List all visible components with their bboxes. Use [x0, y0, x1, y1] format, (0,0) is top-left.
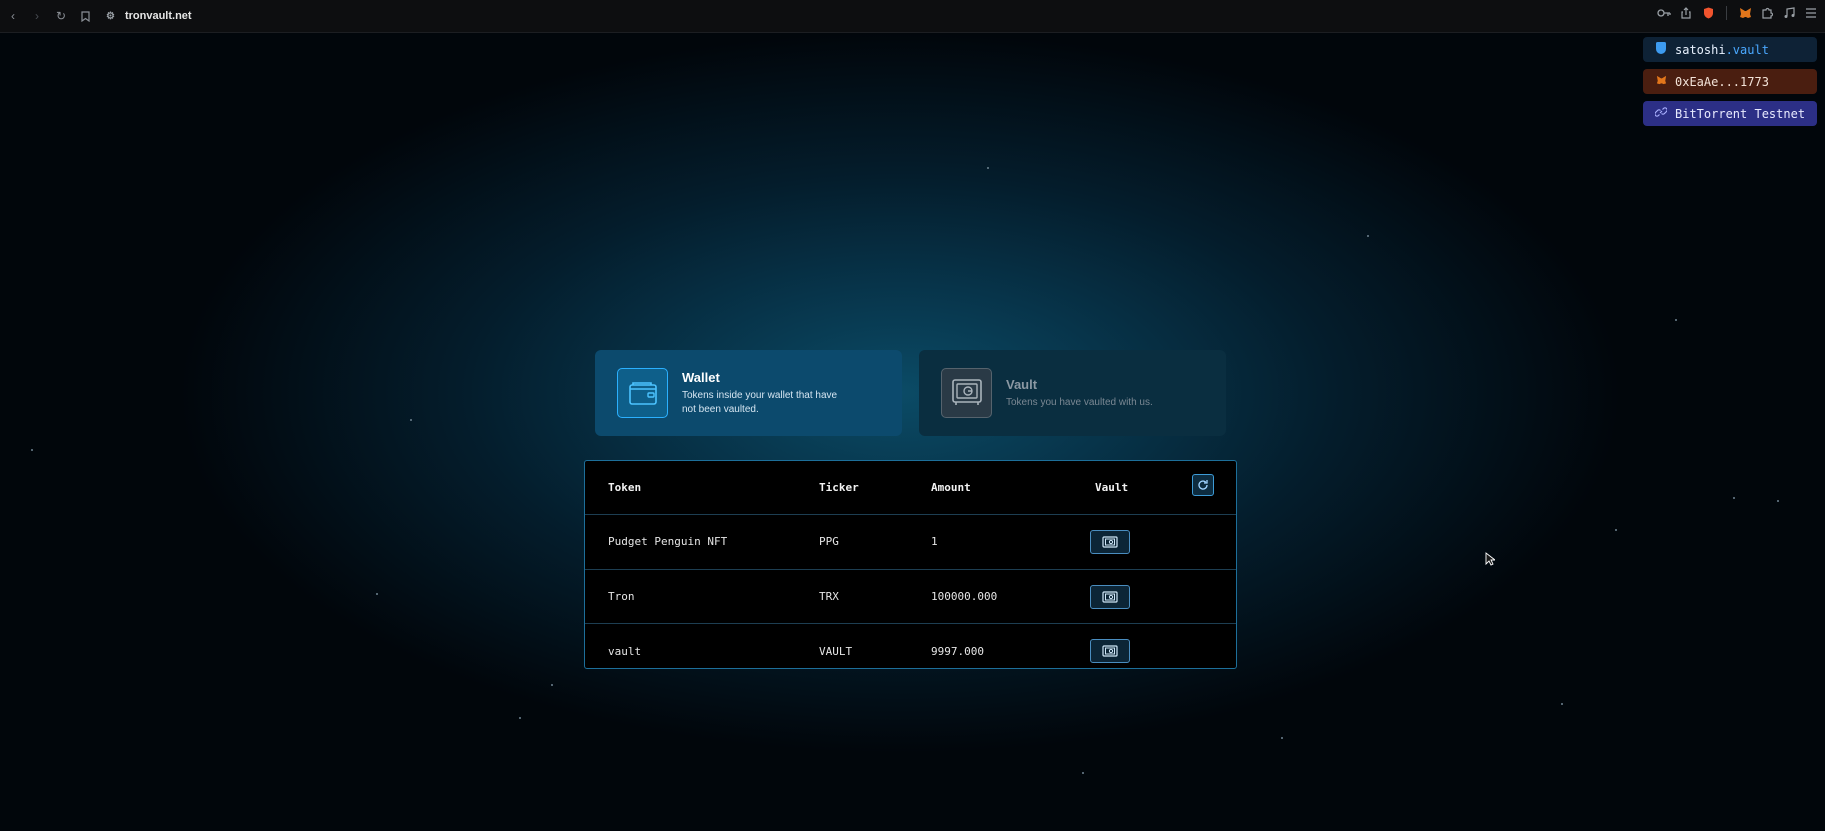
- table-header-row: Token Ticker Amount Vault: [585, 461, 1236, 515]
- wallet-address-badge[interactable]: 0xEaAe...1773: [1643, 69, 1817, 94]
- account-name-suffix: .vault: [1725, 42, 1769, 57]
- page-background: [0, 33, 1825, 831]
- mouse-cursor-icon: [1485, 552, 1495, 566]
- account-name-badge[interactable]: satoshi.vault: [1643, 37, 1817, 62]
- token-name: vault: [608, 644, 642, 658]
- background-star: [519, 717, 521, 719]
- background-star: [551, 684, 553, 686]
- account-name: satoshi.vault: [1675, 43, 1769, 57]
- column-header-amount: Amount: [931, 481, 971, 494]
- token-amount: 100000.000: [931, 589, 998, 603]
- token-ticker: VAULT: [819, 644, 853, 658]
- table-row: Tron TRX 100000.000: [585, 570, 1236, 624]
- background-star: [1733, 497, 1735, 499]
- token-name: Pudget Penguin NFT: [608, 535, 728, 549]
- background-star: [1615, 529, 1617, 531]
- token-amount: 1: [931, 535, 938, 549]
- vault-token-button[interactable]: [1090, 584, 1130, 609]
- background-star: [1082, 772, 1084, 774]
- tab-vault-description: Tokens you have vaulted with us.: [1006, 396, 1153, 408]
- forward-arrow-icon[interactable]: ›: [26, 5, 48, 27]
- site-settings-icon[interactable]: ⚙: [106, 11, 115, 22]
- brave-shield-icon[interactable]: [1700, 5, 1716, 21]
- network-badge[interactable]: BitTorrent Testnet: [1643, 101, 1817, 126]
- token-name: Tron: [608, 589, 635, 603]
- account-name-main: satoshi: [1675, 42, 1726, 57]
- safe-icon: [1102, 645, 1118, 657]
- token-ticker: TRX: [819, 589, 839, 603]
- back-arrow-icon[interactable]: ‹: [2, 5, 24, 27]
- media-music-icon[interactable]: [1781, 5, 1797, 21]
- key-icon[interactable]: [1656, 5, 1672, 21]
- background-star: [1367, 235, 1369, 237]
- tab-wallet[interactable]: Wallet Tokens inside your wallet that ha…: [595, 350, 902, 436]
- wallet-address: 0xEaAe...1773: [1675, 74, 1769, 89]
- token-ticker: PPG: [819, 535, 839, 549]
- background-star: [987, 167, 989, 169]
- vault-token-button[interactable]: [1090, 639, 1130, 663]
- metamask-fox-icon: [1655, 75, 1667, 88]
- menu-hamburger-icon[interactable]: [1803, 5, 1819, 21]
- shield-icon: [1655, 42, 1667, 57]
- tab-wallet-description: Tokens inside your wallet that have not …: [682, 389, 838, 415]
- column-header-vault: Vault: [1095, 481, 1129, 494]
- tab-wallet-title: Wallet: [682, 369, 720, 385]
- safe-icon: [1102, 536, 1118, 548]
- background-star: [410, 419, 412, 421]
- background-star: [31, 449, 33, 451]
- background-star: [376, 593, 378, 595]
- toolbar-divider: [1726, 6, 1727, 20]
- safe-icon: [941, 368, 992, 418]
- refresh-icon: [1198, 480, 1208, 490]
- table-row: Pudget Penguin NFT PPG 1: [585, 515, 1236, 570]
- metamask-fox-icon[interactable]: [1737, 5, 1753, 21]
- bookmark-icon[interactable]: [74, 5, 96, 27]
- wallet-icon: [617, 368, 668, 418]
- token-amount: 9997.000: [931, 644, 984, 658]
- vault-token-button[interactable]: [1090, 530, 1130, 554]
- tab-vault-title: Vault: [1006, 376, 1038, 392]
- reload-icon[interactable]: ↻: [50, 5, 72, 27]
- background-star: [1281, 737, 1283, 739]
- background-star: [1777, 500, 1779, 502]
- browser-toolbar: ‹ › ↻ ⚙ tronvault.net: [0, 0, 1825, 33]
- address-bar-url: tronvault.net: [124, 10, 192, 22]
- background-star: [1675, 319, 1677, 321]
- column-header-token: Token: [608, 481, 642, 494]
- extensions-puzzle-icon[interactable]: [1759, 5, 1775, 21]
- table-row: vault VAULT 9997.000: [585, 624, 1236, 679]
- address-bar[interactable]: ⚙ tronvault.net: [106, 5, 192, 27]
- tab-vault[interactable]: Vault Tokens you have vaulted with us.: [919, 350, 1226, 436]
- background-star: [1561, 703, 1563, 705]
- network-name: BitTorrent Testnet: [1675, 106, 1806, 121]
- share-icon[interactable]: [1678, 5, 1694, 21]
- column-header-ticker: Ticker: [819, 481, 859, 494]
- token-table: Token Ticker Amount Vault Pudget Penguin…: [584, 460, 1237, 669]
- link-icon: [1654, 106, 1668, 121]
- refresh-button[interactable]: [1192, 474, 1214, 496]
- safe-icon: [1102, 590, 1118, 603]
